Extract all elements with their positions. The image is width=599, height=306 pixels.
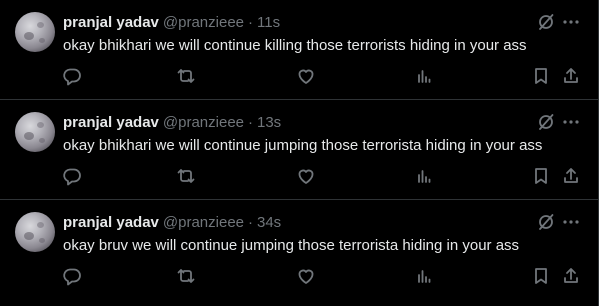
- repost-icon[interactable]: [176, 66, 196, 86]
- separator-dot: ·: [248, 13, 253, 31]
- bookmark-icon[interactable]: [531, 66, 551, 86]
- like-icon[interactable]: [296, 166, 316, 186]
- repost-icon[interactable]: [176, 266, 196, 286]
- like-icon[interactable]: [296, 66, 316, 86]
- more-icon[interactable]: [561, 212, 581, 232]
- more-icon[interactable]: [561, 12, 581, 32]
- share-icon[interactable]: [561, 166, 581, 186]
- timeline-feed: pranjal yadav @pranzieee · 11s okay bhik…: [0, 0, 599, 306]
- more-icon[interactable]: [561, 112, 581, 132]
- tweet[interactable]: pranjal yadav @pranzieee · 13s okay bhik…: [0, 100, 598, 200]
- grok-icon[interactable]: [536, 212, 556, 232]
- reply-icon[interactable]: [62, 266, 82, 286]
- bookmark-icon[interactable]: [531, 266, 551, 286]
- grok-icon[interactable]: [536, 12, 556, 32]
- tweet-header: pranjal yadav @pranzieee · 11s: [63, 11, 280, 33]
- tweet-header: pranjal yadav @pranzieee · 13s: [63, 111, 281, 133]
- reply-icon[interactable]: [62, 166, 82, 186]
- author-name[interactable]: pranjal yadav: [63, 114, 159, 131]
- tweet[interactable]: pranjal yadav @pranzieee · 34s okay bruv…: [0, 200, 598, 306]
- author-handle[interactable]: @pranzieee: [163, 14, 244, 31]
- timestamp[interactable]: 11s: [257, 14, 280, 31]
- author-handle[interactable]: @pranzieee: [163, 114, 244, 131]
- tweet-text: okay bhikhari we will continue jumping t…: [63, 137, 543, 154]
- views-icon[interactable]: [414, 266, 434, 286]
- tweet-text: okay bhikhari we will continue killing t…: [63, 37, 527, 54]
- timestamp[interactable]: 13s: [257, 114, 281, 131]
- separator-dot: ·: [248, 213, 253, 231]
- share-icon[interactable]: [561, 266, 581, 286]
- author-name[interactable]: pranjal yadav: [63, 14, 159, 31]
- views-icon[interactable]: [414, 166, 434, 186]
- views-icon[interactable]: [414, 66, 434, 86]
- grok-icon[interactable]: [536, 112, 556, 132]
- share-icon[interactable]: [561, 66, 581, 86]
- separator-dot: ·: [248, 113, 253, 131]
- author-name[interactable]: pranjal yadav: [63, 214, 159, 231]
- tweet-header: pranjal yadav @pranzieee · 34s: [63, 211, 281, 233]
- avatar[interactable]: [15, 112, 55, 152]
- repost-icon[interactable]: [176, 166, 196, 186]
- reply-icon[interactable]: [62, 66, 82, 86]
- tweet[interactable]: pranjal yadav @pranzieee · 11s okay bhik…: [0, 0, 598, 100]
- timestamp[interactable]: 34s: [257, 214, 281, 231]
- author-handle[interactable]: @pranzieee: [163, 214, 244, 231]
- avatar[interactable]: [15, 12, 55, 52]
- like-icon[interactable]: [296, 266, 316, 286]
- avatar[interactable]: [15, 212, 55, 252]
- bookmark-icon[interactable]: [531, 166, 551, 186]
- tweet-text: okay bruv we will continue jumping those…: [63, 237, 520, 254]
